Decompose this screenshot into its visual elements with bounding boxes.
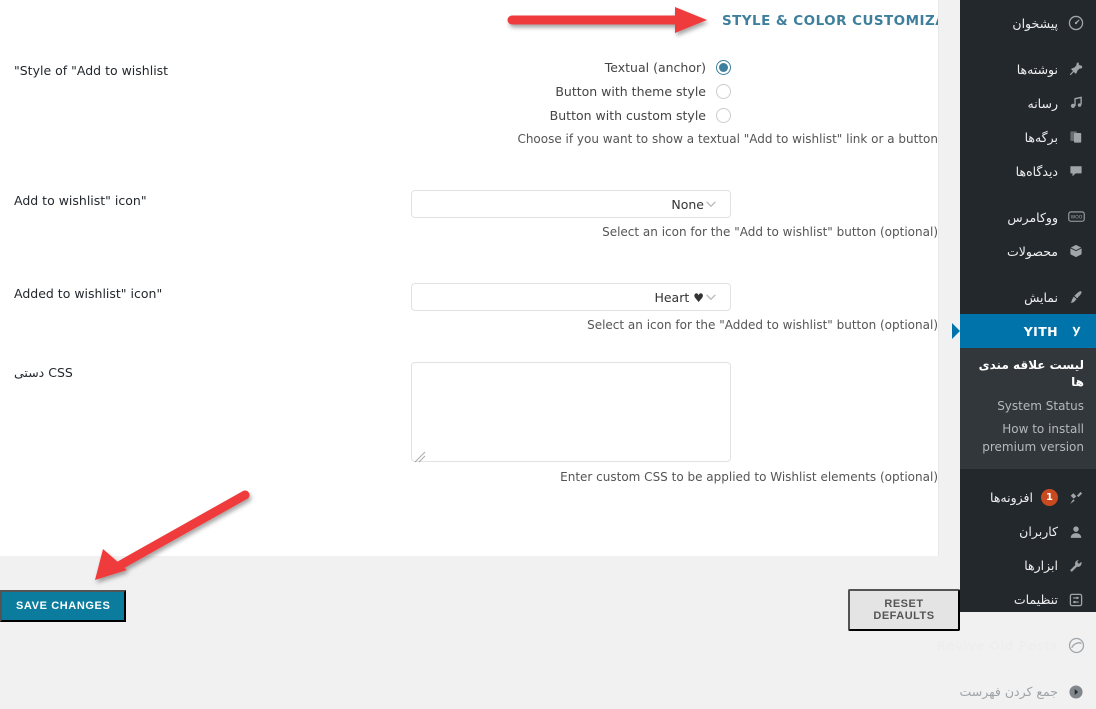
settings-rows: Textual (anchor) Button with theme style… xyxy=(0,60,938,484)
added-icon-field: Heart ♥ Select an icon for the "Added to… xyxy=(195,283,938,332)
sidebar-item-dashboard[interactable]: پیشخوان xyxy=(960,6,1096,40)
sidebar-item-revive-old-posts[interactable]: Revive Old Posts xyxy=(936,629,1096,663)
resize-handle-icon[interactable] xyxy=(414,448,426,463)
sidebar-item-label: تنظیمات xyxy=(1013,592,1058,608)
sidebar-item-plugins[interactable]: 1 افزونه‌ها xyxy=(960,481,1096,515)
save-changes-button[interactable]: SAVE CHANGES xyxy=(0,590,127,622)
sidebar-item-yith[interactable]: YITH xyxy=(960,314,1096,348)
sidebar-item-appearance[interactable]: نمایش xyxy=(960,280,1096,314)
submenu-item-system-status[interactable]: System Status xyxy=(960,395,1096,418)
custom-css-field: Enter custom CSS to be applied to Wishli… xyxy=(195,362,938,484)
submenu-item-wishlist[interactable]: لیست علاقه مندی ها xyxy=(960,354,1096,395)
style-label: "Style of "Add to wishlist xyxy=(14,63,169,78)
radio-custom-style-label: Button with custom style xyxy=(549,108,706,123)
added-icon-help-text: Select an icon for the "Added to wishlis… xyxy=(587,318,938,332)
sidebar-item-label: ابزارها xyxy=(1024,558,1058,574)
add-icon-select[interactable]: None xyxy=(411,190,731,218)
added-icon-value: Heart ♥ xyxy=(422,290,704,305)
sidebar-item-label: نوشته‌ها xyxy=(1016,61,1058,77)
radio-textual-label: Textual (anchor) xyxy=(604,60,706,75)
radio-option-theme-style[interactable]: Button with theme style xyxy=(195,84,731,99)
screen-root: STYLE & COLOR CUSTOMIZATION Textual (anc… xyxy=(0,0,1096,699)
setting-row-custom-css: Enter custom CSS to be applied to Wishli… xyxy=(0,362,938,484)
media-icon xyxy=(1066,93,1086,113)
chevron-down-icon xyxy=(704,290,718,304)
sidebar-item-posts[interactable]: نوشته‌ها xyxy=(960,52,1096,86)
add-icon-label: Add to wishlist" icon" xyxy=(14,193,147,208)
sidebar-item-label: دیدگاه‌ها xyxy=(1015,163,1058,179)
admin-sidebar: پیشخوان نوشته‌ها رسانه xyxy=(936,0,1096,699)
tools-wrench-icon xyxy=(1066,556,1086,576)
sidebar-item-woocommerce[interactable]: WOO ووکامرس xyxy=(960,200,1096,234)
sidebar-item-label: پیشخوان xyxy=(1012,15,1058,31)
yith-submenu: لیست علاقه مندی ها System Status How to … xyxy=(960,348,1096,469)
added-icon-label: Added to wishlist" icon" xyxy=(14,286,163,301)
plugins-icon xyxy=(1066,488,1086,508)
appearance-brush-icon xyxy=(1066,287,1086,307)
custom-css-textarea[interactable] xyxy=(411,362,731,463)
yith-icon xyxy=(1066,321,1086,341)
sidebar-item-label: جمع کردن فهرست xyxy=(959,684,1058,700)
plugins-update-badge: 1 xyxy=(1041,489,1058,507)
heart-icon: ♥ xyxy=(693,290,704,305)
sidebar-item-pages[interactable]: برگه‌ها xyxy=(960,120,1096,154)
pages-icon xyxy=(1066,127,1086,147)
setting-row-added-icon: Heart ♥ Select an icon for the "Added to… xyxy=(0,283,938,332)
sidebar-item-label: افزونه‌ها xyxy=(990,490,1033,506)
dashboard-icon xyxy=(1066,13,1086,33)
settings-sliders-icon xyxy=(1066,590,1086,610)
sidebar-item-label: محصولات xyxy=(1007,243,1058,259)
added-icon-value-text: Heart xyxy=(654,289,690,305)
reset-defaults-button[interactable]: RESET DEFAULTS xyxy=(848,589,960,631)
style-help-text: Choose if you want to show a textual "Ad… xyxy=(517,132,938,146)
pin-icon xyxy=(1066,59,1086,79)
settings-panel: STYLE & COLOR CUSTOMIZATION Textual (anc… xyxy=(0,0,983,556)
radio-theme-style-label: Button with theme style xyxy=(555,84,706,99)
sidebar-item-label: YITH xyxy=(1023,323,1058,339)
woo-icon: WOO xyxy=(1066,207,1086,227)
sidebar-item-comments[interactable]: دیدگاه‌ها xyxy=(960,154,1096,188)
radio-theme-style-control[interactable] xyxy=(716,84,731,99)
add-icon-value: None xyxy=(671,196,704,212)
revive-circle-icon xyxy=(1066,636,1086,656)
radio-custom-style-control[interactable] xyxy=(716,108,731,123)
radio-option-textual[interactable]: Textual (anchor) xyxy=(195,60,731,75)
sidebar-item-label: نمایش xyxy=(1024,289,1058,305)
setting-row-add-icon: None Select an icon for the "Add to wish… xyxy=(0,190,938,239)
added-icon-select[interactable]: Heart ♥ xyxy=(411,283,731,311)
setting-row-style: Textual (anchor) Button with theme style… xyxy=(0,60,938,146)
sidebar-item-label: برگه‌ها xyxy=(1024,129,1058,145)
sidebar-item-label: رسانه xyxy=(1027,95,1059,111)
main-content: STYLE & COLOR CUSTOMIZATION Textual (anc… xyxy=(0,0,983,631)
svg-text:WOO: WOO xyxy=(1070,214,1082,220)
style-radio-group: Textual (anchor) Button with theme style… xyxy=(195,60,938,123)
sidebar-item-products[interactable]: محصولات xyxy=(960,234,1096,268)
submenu-item-how-to-install-premium[interactable]: How to install premium version xyxy=(960,418,1096,459)
sidebar-item-label: Revive Old Posts xyxy=(936,638,1058,654)
panel-right-edge xyxy=(938,0,960,556)
add-icon-help-text: Select an icon for the "Add to wishlist"… xyxy=(602,225,938,239)
sidebar-item-users[interactable]: کاربران xyxy=(960,515,1096,549)
comment-icon xyxy=(1066,161,1086,181)
add-icon-field: None Select an icon for the "Add to wish… xyxy=(195,190,938,239)
custom-css-help-text: Enter custom CSS to be applied to Wishli… xyxy=(560,470,938,484)
radio-textual-control[interactable] xyxy=(716,60,731,75)
sidebar-item-media[interactable]: رسانه xyxy=(960,86,1096,120)
collapse-arrow-icon xyxy=(1066,682,1086,702)
sidebar-item-tools[interactable]: ابزارها xyxy=(960,549,1096,583)
users-icon xyxy=(1066,522,1086,542)
product-box-icon xyxy=(1066,241,1086,261)
custom-css-label: CSS دستی xyxy=(14,365,73,380)
chevron-down-icon xyxy=(704,197,718,211)
sidebar-item-label: ووکامرس xyxy=(1007,209,1058,225)
style-field: Textual (anchor) Button with theme style… xyxy=(195,60,938,146)
radio-option-custom-style[interactable]: Button with custom style xyxy=(195,108,731,123)
sidebar-item-label: کاربران xyxy=(1019,524,1058,540)
sidebar-item-collapse-menu[interactable]: جمع کردن فهرست xyxy=(959,675,1096,709)
